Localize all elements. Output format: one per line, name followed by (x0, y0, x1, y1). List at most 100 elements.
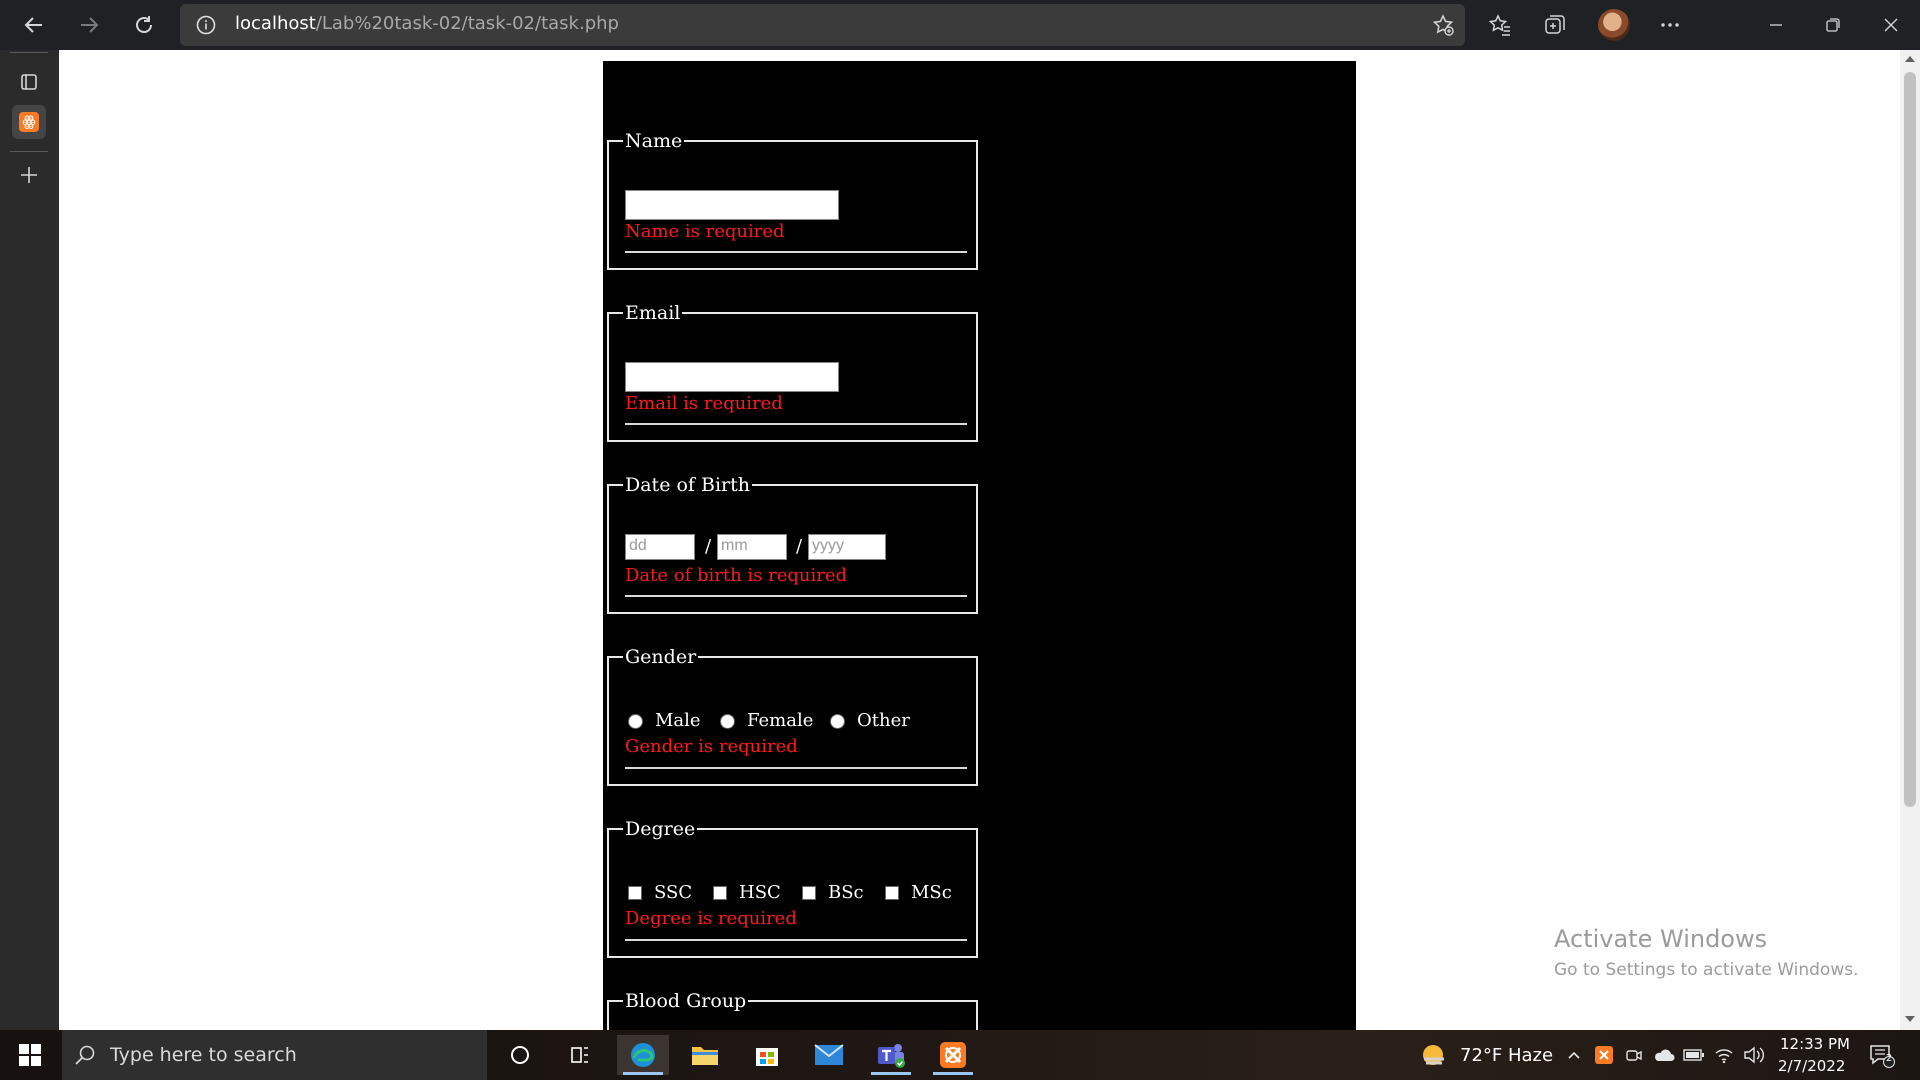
cortana-button[interactable] (494, 1035, 546, 1075)
url-path: /Lab%20task-02/task-02/task.php (315, 13, 619, 34)
degree-ssc-checkbox[interactable] (628, 886, 642, 900)
taskbar-search-box[interactable]: Type here to search (62, 1030, 487, 1080)
gender-male-label: Male (655, 710, 701, 731)
favorites-button[interactable] (1486, 11, 1514, 39)
minimize-button[interactable] (1753, 8, 1799, 42)
windows-logo-icon (19, 1044, 41, 1066)
search-icon (75, 1045, 95, 1065)
name-divider (625, 251, 967, 253)
start-button[interactable] (10, 1040, 50, 1070)
gender-other-radio[interactable] (830, 714, 845, 729)
scroll-down-arrow-icon[interactable] (1905, 1016, 1915, 1022)
blood-group-fieldset: Blood Group (607, 990, 978, 1030)
tab-actions-button[interactable] (12, 65, 46, 99)
back-button[interactable] (15, 6, 53, 44)
taskbar-app-teams[interactable] (865, 1035, 917, 1075)
running-app-indicator (871, 1072, 911, 1075)
vertical-tabs-sidebar: ꙮ (0, 50, 59, 1030)
degree-hsc-checkbox[interactable] (713, 886, 727, 900)
sidebar-tab-xampp[interactable]: ꙮ (12, 105, 46, 139)
gender-legend: Gender (625, 646, 697, 668)
task-view-icon (571, 1047, 588, 1063)
dob-separator: / (796, 536, 803, 557)
taskbar-app-store[interactable] (741, 1035, 793, 1075)
dob-separator: / (705, 536, 712, 557)
degree-error: Degree is required (625, 908, 797, 929)
battery-icon[interactable] (1683, 1044, 1705, 1066)
degree-ssc-label: SSC (654, 882, 693, 903)
clock-date[interactable]: 2/7/2022 (1778, 1057, 1845, 1075)
favorites-star-icon (1488, 14, 1510, 36)
degree-bsc-label: BSc (828, 882, 864, 903)
notification-count-badge: 2 (1885, 1053, 1893, 1064)
collections-button[interactable] (1541, 11, 1569, 39)
volume-icon[interactable] (1743, 1044, 1765, 1066)
restore-button[interactable] (1810, 8, 1856, 42)
store-icon (756, 1048, 778, 1066)
browser-toolbar: localhost/Lab%20task-02/task-02/task.php (0, 0, 1920, 50)
teams-icon (878, 1044, 905, 1068)
gender-female-label: Female (747, 710, 814, 731)
sidebar-divider (10, 52, 48, 53)
meet-now-icon[interactable] (1623, 1044, 1645, 1066)
gender-female-radio[interactable] (720, 714, 735, 729)
url-host: localhost (235, 13, 316, 34)
scroll-up-arrow-icon[interactable] (1905, 56, 1915, 62)
show-hidden-icons-chevron-icon[interactable] (1563, 1044, 1585, 1066)
folder-icon (692, 1047, 718, 1065)
address-bar[interactable]: localhost/Lab%20task-02/task-02/task.php (180, 4, 1465, 46)
cortana-circle-icon (511, 1046, 529, 1064)
degree-divider (625, 939, 967, 941)
dob-year-input[interactable]: yyyy (808, 534, 886, 560)
taskbar-app-file-explorer[interactable] (679, 1035, 731, 1075)
task-view-button[interactable] (554, 1035, 606, 1075)
gender-error: Gender is required (625, 736, 798, 757)
name-input[interactable] (625, 190, 839, 220)
gender-male-radio[interactable] (628, 714, 643, 729)
scroll-thumb[interactable] (1904, 72, 1916, 807)
degree-hsc-label: HSC (739, 882, 781, 903)
activate-windows-title: Activate Windows (1554, 925, 1768, 953)
restore-icon (1826, 18, 1840, 32)
add-favorite-icon[interactable] (1431, 13, 1455, 37)
email-input[interactable] (625, 362, 839, 392)
degree-msc-checkbox[interactable] (885, 886, 899, 900)
weather-sun-icon[interactable] (1420, 1042, 1448, 1068)
gender-other-label: Other (857, 710, 910, 731)
refresh-button[interactable] (125, 6, 163, 44)
onedrive-cloud-icon[interactable] (1653, 1044, 1675, 1066)
email-legend: Email (625, 302, 681, 324)
info-icon[interactable] (196, 15, 216, 35)
url-text[interactable]: localhost/Lab%20task-02/task-02/task.php (235, 13, 619, 34)
active-app-indicator (623, 1072, 663, 1075)
xampp-icon: ꙮ (19, 112, 39, 132)
plus-icon (21, 167, 37, 183)
taskbar-app-edge[interactable] (617, 1035, 669, 1075)
notification-center-button[interactable]: 2 (1867, 1043, 1897, 1069)
taskbar-app-xampp[interactable] (927, 1035, 979, 1075)
xampp-icon (940, 1042, 966, 1068)
tab-actions-icon (21, 74, 37, 90)
sidebar-divider (10, 151, 48, 152)
more-options-button[interactable] (1656, 11, 1684, 39)
close-button[interactable] (1868, 8, 1914, 42)
dob-month-input[interactable]: mm (717, 534, 787, 560)
degree-legend: Degree (625, 818, 696, 840)
weather-text[interactable]: 72°F Haze (1460, 1045, 1553, 1066)
clock-time[interactable]: 12:33 PM (1780, 1035, 1850, 1053)
back-arrow-icon (24, 17, 42, 33)
degree-bsc-checkbox[interactable] (802, 886, 816, 900)
ellipsis-icon (1661, 23, 1679, 27)
dob-divider (625, 595, 967, 597)
taskbar-app-mail[interactable] (803, 1035, 855, 1075)
dob-day-input[interactable]: dd (625, 534, 695, 560)
search-placeholder: Type here to search (110, 1044, 297, 1066)
xampp-tray-icon[interactable] (1593, 1044, 1615, 1066)
forward-button[interactable] (70, 6, 108, 44)
page-scrollbar[interactable] (1900, 50, 1920, 1030)
email-fieldset: Email Email is required (607, 302, 978, 442)
profile-avatar[interactable] (1598, 9, 1630, 41)
activate-windows-subtitle: Go to Settings to activate Windows. (1554, 960, 1859, 980)
new-tab-button[interactable] (12, 158, 46, 192)
wifi-icon[interactable] (1713, 1044, 1735, 1066)
